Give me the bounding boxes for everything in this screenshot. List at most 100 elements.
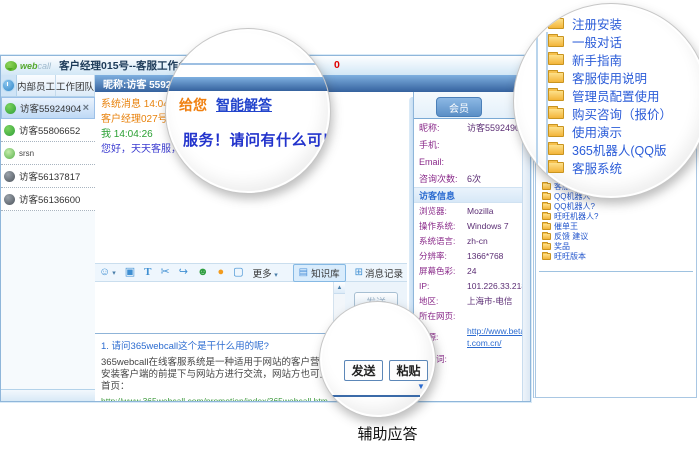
folder-icon [542, 193, 551, 200]
folder-item[interactable]: 管理员配置使用 [548, 89, 672, 102]
folder-item[interactable]: 反馈 建议 [542, 231, 693, 241]
magnified-panel-border [536, 32, 548, 188]
folder-icon [548, 36, 564, 47]
visitor-row[interactable]: 访客56137817 [1, 165, 95, 188]
folder-label: 使用演示 [572, 122, 622, 141]
member-tab[interactable]: 会员 [436, 97, 482, 117]
visitor-name: srsn [19, 149, 92, 158]
window-title: 客户经理015号--客服工作台 [59, 58, 189, 73]
tab-internal-staff[interactable]: 内部员工 [17, 75, 56, 96]
magnified-border-line [332, 395, 420, 397]
folder-icon [548, 90, 564, 101]
visitor-name: 访客56136600 [19, 192, 92, 206]
folder-icon [542, 213, 551, 220]
status-filter-button[interactable] [1, 75, 17, 96]
file-send-icon[interactable]: ↪ [179, 267, 188, 278]
visitor-row[interactable]: 访客55924904 × [1, 97, 95, 119]
magnified-message-line: 给您智能解答 [179, 95, 272, 115]
figure-caption: 辅助应答 [325, 423, 450, 444]
folder-item[interactable]: 旺旺机器人? [542, 211, 693, 221]
field-label: 分辨率: [419, 250, 467, 262]
whiteboard-icon[interactable]: ▢ [233, 267, 243, 278]
font-icon[interactable]: T [144, 267, 151, 278]
visitor-offline-icon [4, 194, 15, 205]
folder-label: 旺旺版本 [554, 251, 586, 262]
folder-icon [548, 54, 564, 65]
visitor-list: 访客55924904 × 访客55806652 srsn 访客56137817 [1, 97, 95, 389]
field-value: 上海市-电信 [467, 295, 512, 307]
more-menu[interactable]: 更多 ▾ [253, 266, 278, 280]
folder-item[interactable]: 365机器人(QQ版 [548, 143, 672, 156]
invite-agent-icon[interactable]: ☻ [197, 267, 209, 278]
visitor-online-icon [4, 125, 15, 136]
folder-item[interactable]: 客服使用说明 [548, 71, 672, 84]
field-label: 屏幕色彩: [419, 265, 467, 277]
folder-item[interactable]: 旺旺版本 [542, 251, 693, 261]
visitor-info-section-title: 访客信息 [414, 187, 530, 203]
chevron-down-icon[interactable]: ▾ [112, 269, 116, 277]
panel-divider [539, 271, 693, 272]
webcall-logo-icon [5, 61, 17, 71]
info-row: IP:101.226.33.218 [414, 278, 530, 293]
emoticon-icon[interactable]: ☺ [99, 267, 110, 278]
smart-answer-link[interactable]: 智能解答 [216, 97, 272, 113]
folder-icon [548, 162, 564, 173]
folder-item[interactable]: 使用演示 [548, 125, 672, 138]
magnified-message-line: 服务！请问有什么可以 [183, 129, 331, 150]
sidebar-tabs: 内部员工 工作团队 [1, 75, 95, 97]
tab-work-team[interactable]: 工作团队 [56, 75, 95, 96]
folder-icon [542, 233, 551, 240]
visitor-online-alt-icon [4, 148, 15, 159]
info-scrollbar[interactable] [522, 119, 530, 401]
folder-item[interactable]: 注册安装 [548, 17, 672, 30]
paste-button[interactable]: 粘贴 [389, 360, 428, 381]
field-value: 101.226.33.218 [467, 281, 526, 291]
visitor-name: 访客55924904 [20, 101, 81, 115]
folder-label: 客服系统 [572, 158, 622, 177]
visitor-offline-icon [4, 171, 15, 182]
visitor-row[interactable]: 访客56136600 [1, 188, 95, 211]
folder-label: 365机器人(QQ版 [572, 140, 666, 159]
folder-item[interactable]: 奖品 [542, 241, 693, 251]
buzz-icon[interactable]: ● [218, 267, 225, 278]
magnified-titlebar-edge [166, 63, 330, 65]
info-row: 手机: [414, 136, 530, 153]
folder-icon [542, 253, 551, 260]
field-label: 昵称: [419, 121, 467, 134]
close-icon[interactable]: × [81, 102, 91, 114]
screenshot-icon[interactable]: ▣ [125, 267, 135, 278]
field-label: 系统语言: [419, 235, 467, 247]
source-link[interactable]: http://www.betasc t.com.cn/ [467, 325, 530, 349]
info-row: 浏览器:Mozilla [414, 203, 530, 218]
folder-label: 注册安装 [572, 14, 622, 33]
field-label: IP: [419, 281, 467, 291]
send-button[interactable]: 发送 [344, 360, 383, 381]
message-history-label: 消息记录 [365, 266, 403, 280]
scroll-down-icon: ▼ [417, 382, 425, 391]
visitor-row[interactable]: srsn [1, 142, 95, 165]
scroll-up-icon[interactable]: ▲ [334, 282, 345, 294]
magnified-button-row: 发送 粘贴 [344, 360, 428, 381]
info-row: 地区:上海市-电信 [414, 293, 530, 308]
webcall-logo-text: webcall [20, 61, 51, 71]
source-link-line[interactable]: t.com.cn/ [467, 337, 530, 349]
field-value: zh-cn [467, 236, 488, 246]
magnifier-chat: 给您智能解答 服务！请问有什么可以 [165, 28, 331, 194]
visitor-row[interactable]: 访客55806652 [1, 119, 95, 142]
info-row: 咨询次数:6次 [414, 170, 530, 187]
sidebar-footer [1, 389, 95, 401]
folder-label: 管理员配置使用 [572, 86, 660, 105]
folder-item[interactable]: QQ机器人? [542, 201, 693, 211]
folder-item[interactable]: 客服系统 [548, 161, 672, 174]
cut-icon[interactable]: ✂ [161, 267, 170, 278]
source-link-line[interactable]: http://www.betasc [467, 325, 530, 337]
knowledge-base-button[interactable]: ▤ 知识库 [293, 264, 346, 282]
message-history-button[interactable]: ⊞ 消息记录 [355, 266, 403, 280]
folder-item[interactable]: 购买咨询（报价） [548, 107, 672, 120]
reply-input[interactable]: ▲ [95, 282, 346, 333]
folder-item[interactable]: 新手指南 [548, 53, 672, 66]
folder-item[interactable]: 催单王 [542, 221, 693, 231]
screenshot-canvas: webcall 客户经理015号--客服工作台 访客在线数:48 0 内部员工 … [0, 0, 699, 450]
folder-item[interactable]: 一般对话 [548, 35, 672, 48]
folder-icon [542, 243, 551, 250]
